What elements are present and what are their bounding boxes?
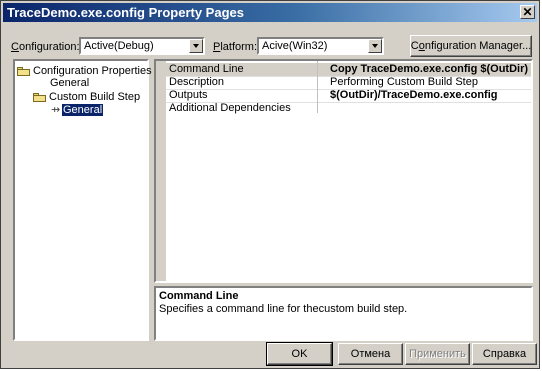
property-page-icon: ⇸ [51, 104, 61, 116]
cancel-button[interactable]: Отмена [338, 343, 403, 365]
property-tree[interactable]: Configuration Properties General Custom … [13, 59, 152, 341]
property-value[interactable]: $(OutDir)/TraceDemo.exe.config [330, 89, 498, 102]
grid-row-outputs[interactable]: Outputs $(OutDir)/TraceDemo.exe.config [166, 89, 531, 102]
tree-item-custom-build-step[interactable]: Custom Build Step [33, 91, 140, 104]
help-button[interactable]: Справка [472, 343, 537, 365]
configuration-dropdown-button[interactable] [189, 39, 203, 53]
chevron-down-icon [372, 44, 378, 48]
close-icon: ✕ [522, 5, 533, 19]
property-name: Additional Dependencies [169, 102, 291, 114]
grid-gutter [156, 61, 166, 281]
grid-column-separator[interactable] [317, 61, 318, 113]
ok-button[interactable]: OK [266, 342, 333, 366]
property-value[interactable]: Performing Custom Build Step [330, 76, 478, 89]
description-title: Command Line [159, 290, 239, 302]
grid-row-description[interactable]: Description Performing Custom Build Step [166, 76, 531, 89]
grid-row-command-line[interactable]: Command Line Copy TraceDemo.exe.config $… [166, 63, 531, 76]
tree-item-custom-build-general[interactable]: ⇸ General [51, 104, 104, 117]
folder-open-icon [33, 92, 46, 102]
apply-button[interactable]: Применить [405, 343, 470, 365]
platform-label: Platform: [213, 41, 258, 53]
description-text: Specifies a command line for thecustom b… [159, 303, 408, 315]
configuration-value: Active(Debug) [84, 40, 154, 52]
configuration-manager-button[interactable]: Co nfiguration Manager... [410, 35, 532, 57]
description-panel: Command Line Specifies a command line fo… [154, 286, 533, 341]
window-title: TraceDemo.exe.config Property Pages [7, 5, 244, 20]
tree-item-general[interactable]: General [50, 77, 89, 90]
property-pages-window: TraceDemo.exe.config Property Pages ✕ Co… [0, 0, 540, 369]
property-grid[interactable]: Command Line Copy TraceDemo.exe.config $… [154, 59, 533, 283]
property-name: Outputs [169, 89, 208, 101]
title-bar[interactable]: TraceDemo.exe.config Property Pages ✕ [3, 3, 537, 22]
platform-dropdown-button[interactable] [368, 39, 382, 53]
platform-select[interactable]: Acive(Win32) [257, 37, 384, 55]
configuration-select[interactable]: Active(Debug) [79, 37, 205, 55]
grid-row-additional-dependencies[interactable]: Additional Dependencies [166, 102, 531, 115]
property-name: Command Line [169, 63, 244, 75]
folder-open-icon [17, 66, 30, 76]
close-button[interactable]: ✕ [520, 5, 535, 19]
chevron-down-icon [193, 44, 199, 48]
configuration-label: Configuration: [11, 41, 80, 53]
property-value[interactable]: Copy TraceDemo.exe.config $(OutDir) [330, 63, 528, 76]
property-name: Description [169, 76, 225, 88]
platform-value: Acive(Win32) [262, 40, 328, 52]
